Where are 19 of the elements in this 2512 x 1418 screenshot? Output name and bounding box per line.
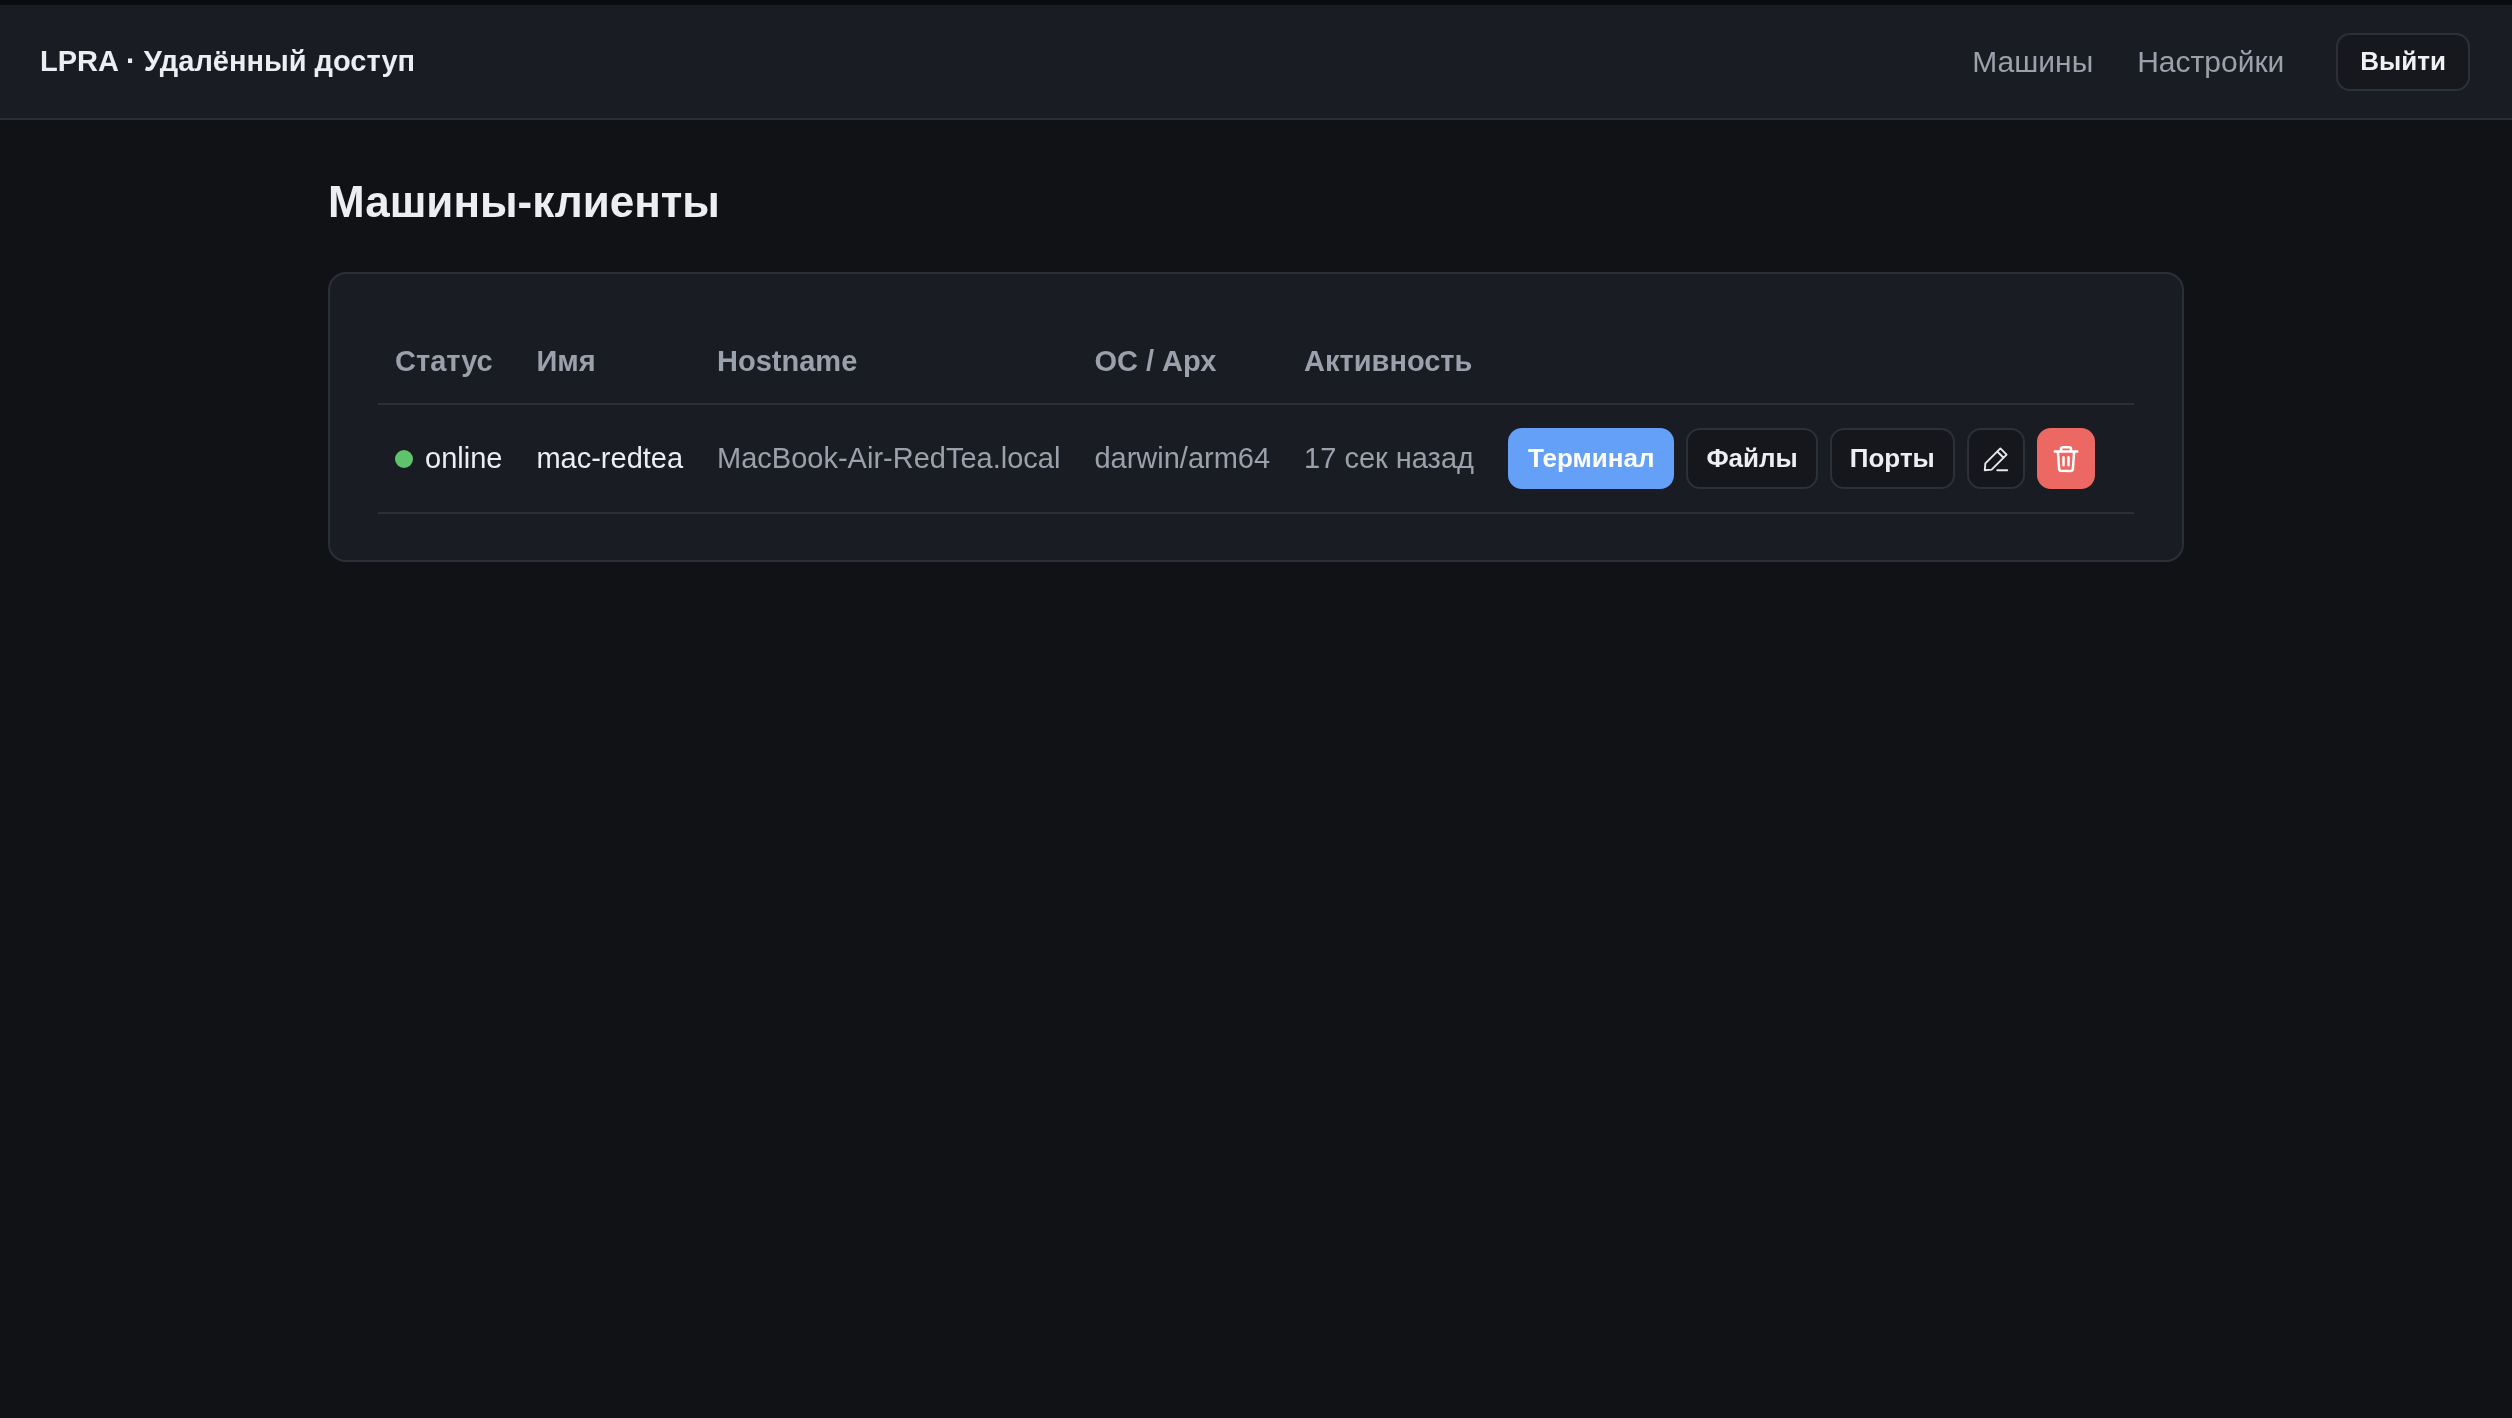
column-header: Статус	[378, 320, 520, 404]
column-header: ОС / Арх	[1077, 320, 1288, 404]
action-button[interactable]: Порты	[1829, 428, 1955, 489]
edit-button[interactable]	[1966, 428, 2025, 489]
nav-link[interactable]: Настройки	[2137, 44, 2285, 79]
table-cell: MacBook-Air-RedTea.local	[700, 404, 1078, 513]
status-text: online	[425, 442, 503, 476]
page-title: Машины-клиенты	[328, 176, 720, 228]
table-cell: mac-redtea	[519, 404, 701, 513]
logout-button[interactable]: Выйти	[2336, 32, 2470, 91]
delete-button[interactable]	[2036, 428, 2095, 489]
action-button[interactable]: Файлы	[1686, 428, 1818, 489]
nav-link[interactable]: Машины	[1972, 44, 2094, 79]
column-header: Hostname	[700, 320, 1078, 404]
table-cell: darwin/arm64	[1077, 404, 1288, 513]
column-header: Активность	[1287, 320, 1491, 404]
app-title: LPRA · Удалённый доступ	[40, 45, 416, 78]
column-header: Имя	[519, 320, 701, 404]
table-cell: 17 сек назад	[1287, 404, 1491, 513]
